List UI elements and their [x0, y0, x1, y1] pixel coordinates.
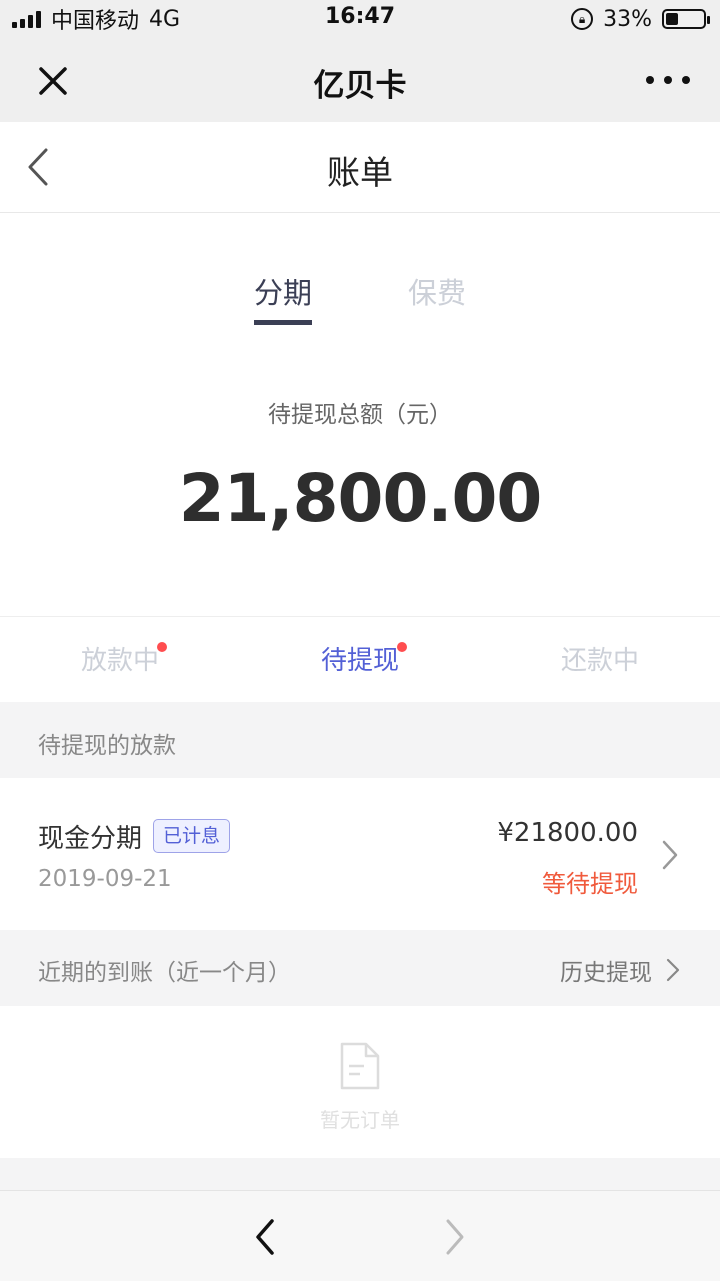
battery-icon — [662, 9, 710, 29]
browser-forward-icon[interactable] — [440, 1215, 470, 1259]
rotation-lock-icon: 🔒︎ — [571, 8, 594, 30]
status-bar-right: 🔒︎ 33% — [571, 4, 710, 34]
empty-document-icon — [340, 1042, 380, 1090]
loan-date: 2019-09-21 — [38, 866, 172, 892]
loan-status: 等待提现 — [542, 870, 638, 898]
page-navbar: 账单 — [0, 122, 720, 213]
status-tab-lending[interactable]: 放款中 — [0, 640, 240, 677]
section-title: 待提现的放款 — [38, 733, 176, 759]
divider — [0, 616, 720, 617]
battery-percent: 33% — [603, 6, 652, 32]
interest-badge: 已计息 — [153, 819, 231, 853]
status-tab-label: 待提现 — [320, 646, 399, 676]
status-tab-pending-withdrawal[interactable]: 待提现 — [240, 640, 480, 677]
active-tab-underline — [254, 320, 312, 325]
notification-dot — [157, 642, 167, 652]
browser-back-icon[interactable] — [250, 1215, 280, 1259]
webview-header: 中国移动 4G 16:47 🔒︎ 33% 亿贝卡 — [0, 0, 720, 122]
history-link-label: 历史提现 — [560, 960, 652, 986]
browser-bottom-bar — [0, 1190, 720, 1281]
webview-title: 亿贝卡 — [313, 68, 407, 104]
chevron-right-icon — [666, 958, 680, 982]
loan-amount: ¥21800.00 — [497, 818, 638, 848]
spacer — [0, 1158, 720, 1190]
status-tab-repaying[interactable]: 还款中 — [480, 640, 720, 677]
empty-state: 暂无订单 — [0, 1006, 720, 1158]
tab-premium[interactable]: 保费 — [392, 270, 482, 312]
loan-list-item[interactable]: 现金分期 已计息 2019-09-21 ¥21800.00 等待提现 — [0, 778, 720, 928]
status-tab-label: 还款中 — [560, 646, 639, 676]
more-icon[interactable] — [646, 64, 690, 96]
page-title: 账单 — [327, 153, 393, 192]
tab-installment[interactable]: 分期 — [238, 270, 328, 312]
total-amount: 21,800.00 — [178, 460, 543, 537]
section-title: 近期的到账（近一个月） — [38, 960, 291, 986]
chevron-right-icon — [662, 840, 678, 870]
history-withdrawal-link[interactable]: 历史提现 — [560, 953, 680, 987]
empty-state-text: 暂无订单 — [320, 1108, 400, 1132]
battery-fill — [666, 13, 678, 25]
status-tab-label: 放款中 — [80, 646, 159, 676]
recent-section-header: 近期的到账（近一个月） 历史提现 — [0, 930, 720, 1006]
pending-section-header: 待提现的放款 — [0, 702, 720, 778]
loan-name: 现金分期 — [38, 824, 143, 854]
notification-dot — [397, 642, 407, 652]
total-label: 待提现总额（元） — [268, 402, 452, 428]
